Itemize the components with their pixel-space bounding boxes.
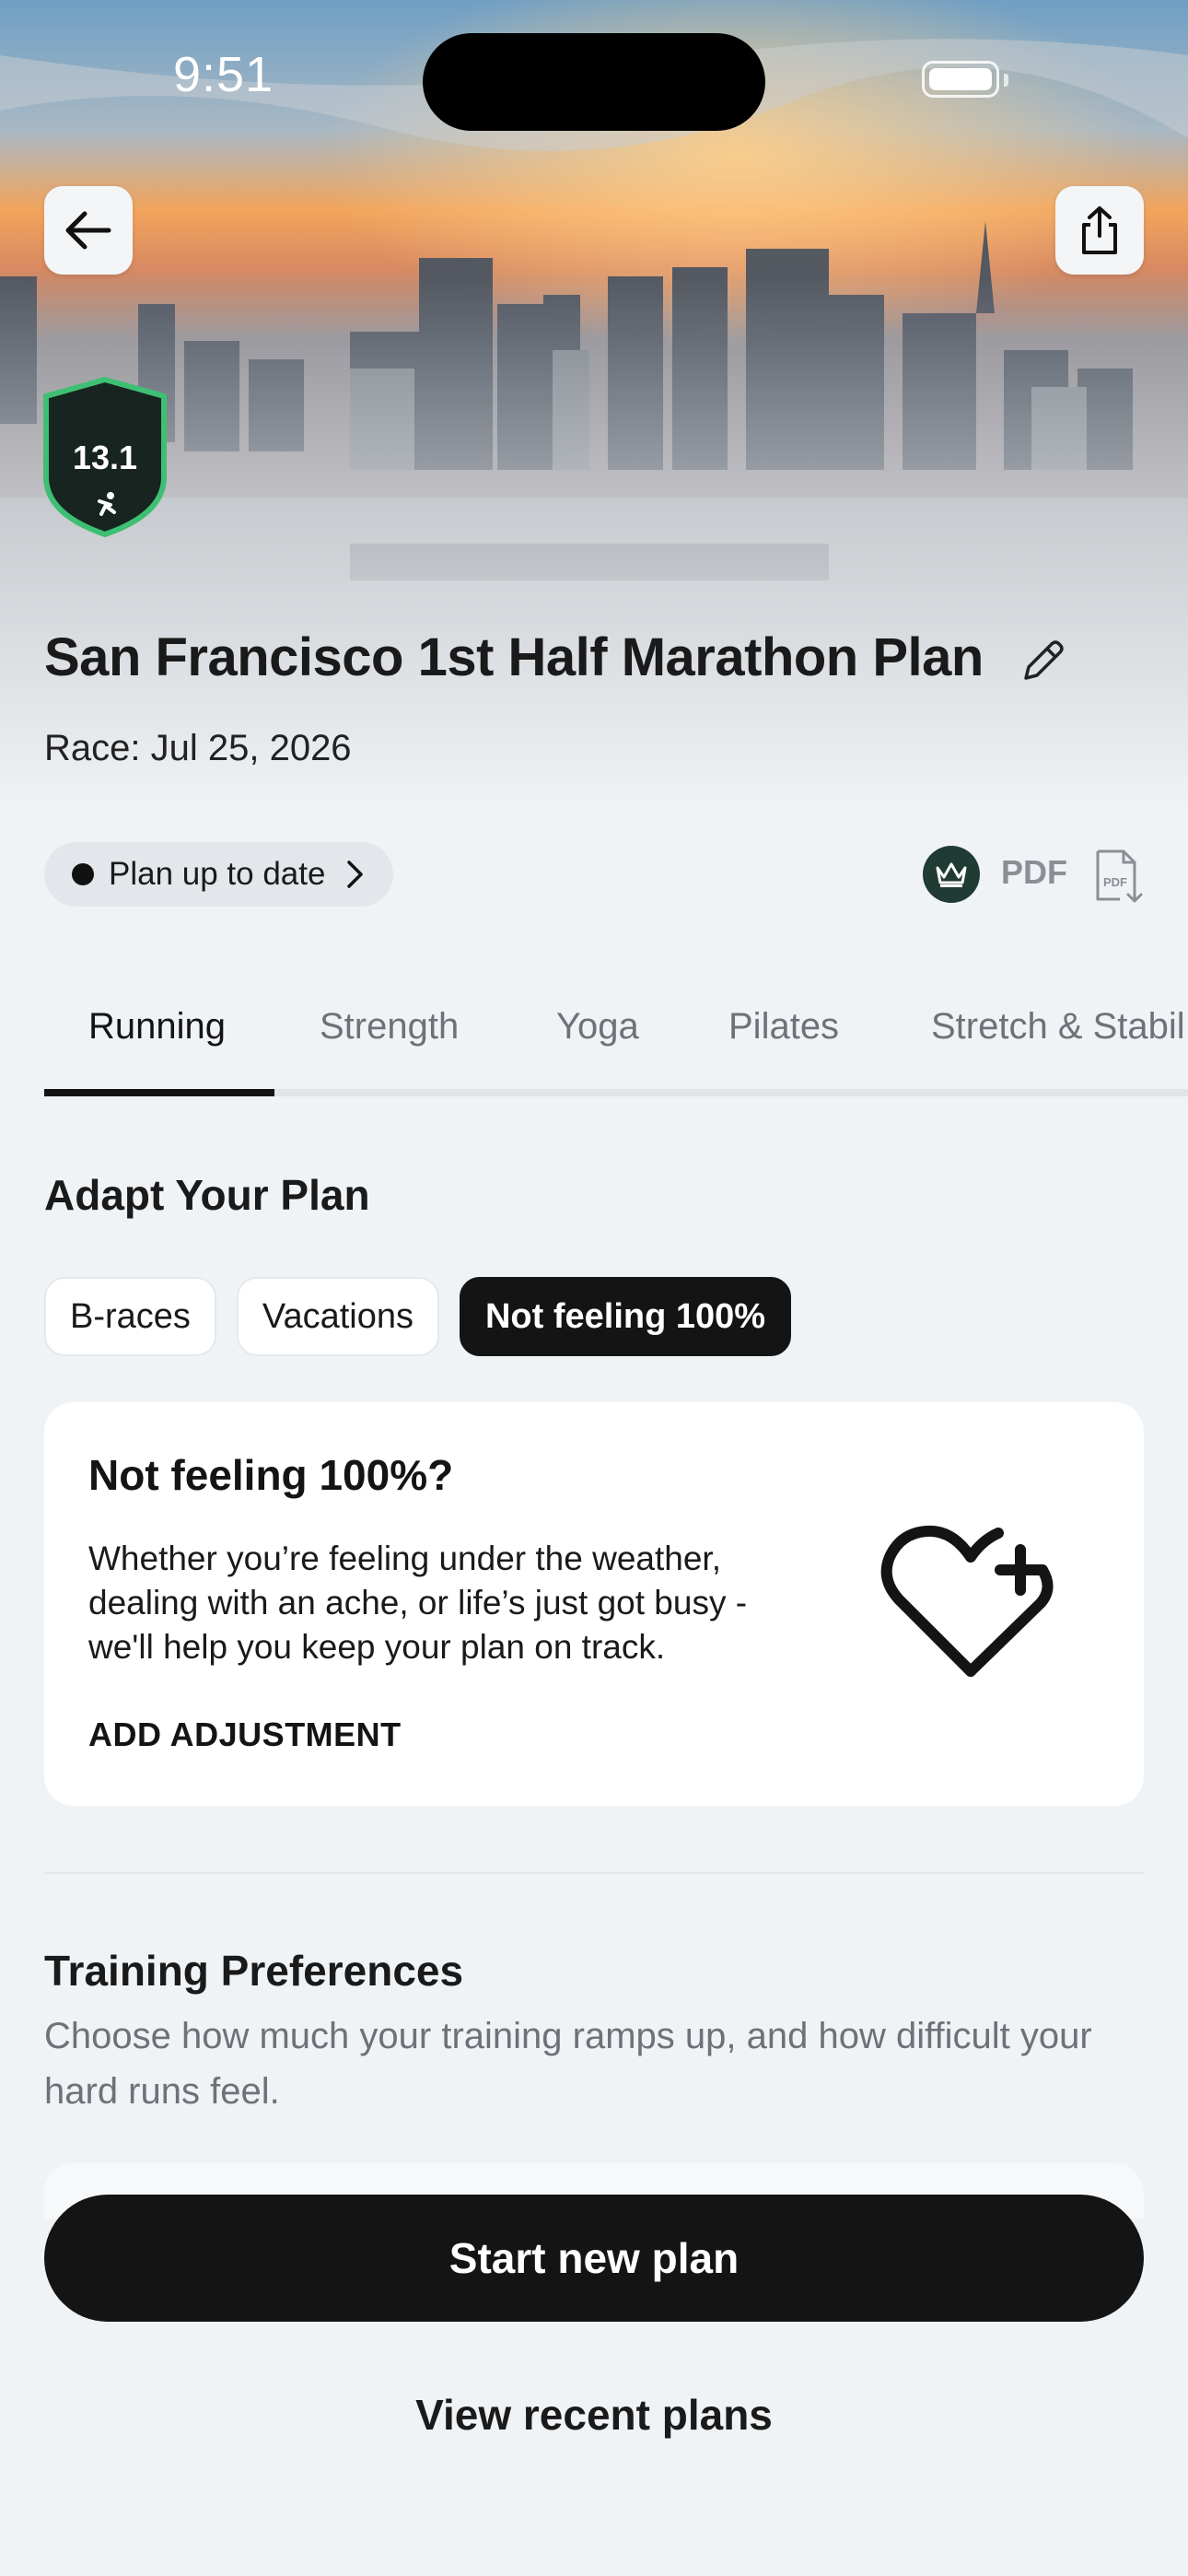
back-arrow-icon <box>65 211 111 250</box>
back-button[interactable] <box>44 186 133 275</box>
view-recent-plans-link[interactable]: View recent plans <box>0 2390 1188 2440</box>
card-title: Not feeling 100%? <box>88 1451 454 1499</box>
tab-running[interactable]: Running <box>88 1006 226 1048</box>
training-preferences-description: Choose how much your training ramps up, … <box>44 2016 1092 2112</box>
page-title: San Francisco 1st Half Marathon Plan <box>44 627 984 687</box>
workout-type-tabs: Running Strength Yoga Pilates Stretch & … <box>44 993 1188 1098</box>
share-button[interactable] <box>1055 186 1144 275</box>
heart-plus-icon <box>880 1525 1054 1677</box>
tab-stretch-stability[interactable]: Stretch & Stabil <box>931 1006 1185 1048</box>
not-feeling-card: Not feeling 100%? Whether you’re feeling… <box>44 1402 1144 1806</box>
svg-text:PDF: PDF <box>1103 875 1127 889</box>
tab-yoga[interactable]: Yoga <box>556 1006 639 1048</box>
plan-status-label: Plan up to date <box>109 856 326 892</box>
chip-not-feeling-100[interactable]: Not feeling 100% <box>459 1277 792 1356</box>
status-dot-icon <box>72 863 94 885</box>
dynamic-island <box>423 33 765 131</box>
plan-status-pill[interactable]: Plan up to date <box>44 842 394 907</box>
tab-pilates[interactable]: Pilates <box>728 1006 839 1048</box>
adapt-chips: B-races Vacations Not feeling 100% <box>44 1277 792 1356</box>
edit-title-button[interactable] <box>1017 636 1068 687</box>
status-bar-time: 9:51 <box>173 47 274 102</box>
training-preferences-heading: Training Preferences <box>44 1947 464 1995</box>
share-icon <box>1082 206 1117 254</box>
chevron-right-icon <box>347 861 364 888</box>
chip-b-races[interactable]: B-races <box>44 1277 216 1356</box>
battery-tip <box>1004 74 1008 87</box>
badge-distance: 13.1 <box>72 439 138 476</box>
tab-strength[interactable]: Strength <box>320 1006 459 1048</box>
card-description: Whether you’re feeling under the weather… <box>88 1540 748 1666</box>
pencil-icon <box>1024 640 1064 680</box>
crown-icon <box>936 862 967 887</box>
add-adjustment-button[interactable]: ADD ADJUSTMENT <box>88 1715 402 1754</box>
section-divider <box>44 1872 1144 1874</box>
premium-crown-button[interactable] <box>923 846 980 903</box>
tab-active-indicator <box>44 1089 274 1096</box>
race-date: Race: Jul 25, 2026 <box>44 728 352 768</box>
battery-icon <box>922 61 999 98</box>
pdf-label[interactable]: PDF <box>1001 853 1067 892</box>
pdf-download-icon[interactable]: PDF <box>1092 848 1146 905</box>
start-new-plan-button[interactable]: Start new plan <box>44 2195 1144 2322</box>
adapt-plan-heading: Adapt Your Plan <box>44 1171 370 1219</box>
chip-vacations[interactable]: Vacations <box>236 1277 439 1356</box>
hero-banner: 9:51 13.1 San Francisco 1st Half Maratho… <box>0 0 1188 811</box>
